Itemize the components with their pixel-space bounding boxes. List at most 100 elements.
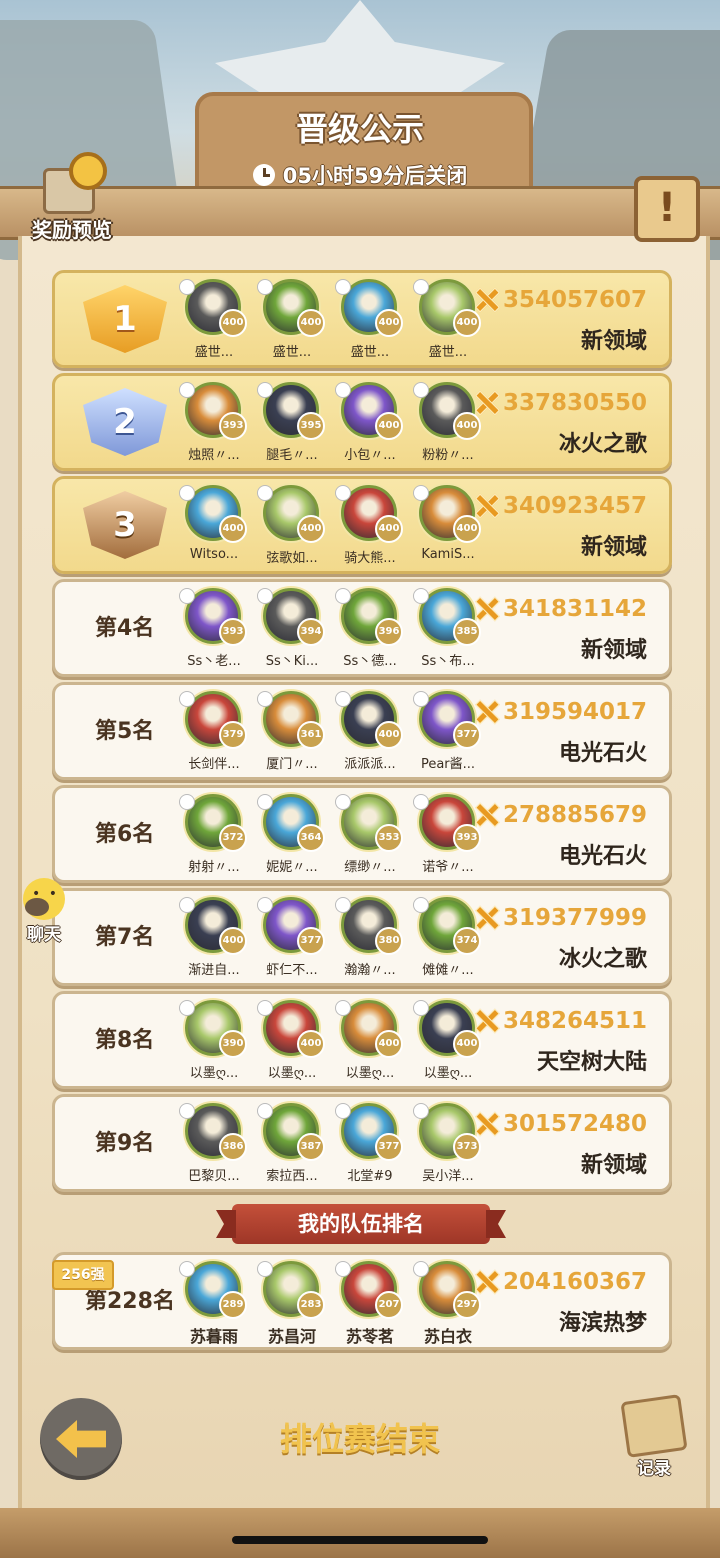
member-slot[interactable]: 289 苏暮雨	[179, 1261, 255, 1346]
scroll-quill-icon	[620, 1394, 688, 1458]
score-row: 319594017	[475, 699, 647, 729]
rank-card[interactable]: 第8名 390 以墨ღ... 400 以墨ღ... 400 以墨ღ... 400 以墨ღ... 3…	[52, 991, 672, 1089]
crossed-swords-icon	[475, 288, 497, 310]
member-slot[interactable]: 353 缥缈〃...	[335, 794, 411, 878]
element-icon	[179, 1103, 195, 1119]
team-score: 340923457	[502, 493, 647, 519]
my-team-section-title: 我的队伍排名	[232, 1204, 490, 1244]
team-score: 301572480	[502, 1111, 647, 1137]
reward-preview-button[interactable]: 奖励预览	[22, 150, 122, 242]
member-slot[interactable]: 395 腿毛〃...	[257, 382, 333, 466]
member-slot[interactable]: 396 Ss丶德...	[335, 588, 411, 672]
member-slot[interactable]: 400 骑大熊...	[335, 485, 411, 569]
team-members: 386 巴黎贝... 387 索拉西... 377 北堂#9 373 吴小洋...	[179, 1103, 489, 1187]
element-icon	[335, 1261, 351, 1277]
member-slot[interactable]: 377 虾仁不...	[257, 897, 333, 981]
crossed-swords-icon	[475, 700, 497, 722]
member-slot[interactable]: 283 苏昌河	[257, 1261, 333, 1346]
element-icon	[257, 588, 273, 604]
level-badge: 400	[219, 927, 247, 955]
rank-card[interactable]: 1 400 盛世... 400 盛世... 400 盛世... 400 盛世... 3540576…	[52, 270, 672, 368]
member-name: 苏苓茗	[345, 1327, 394, 1346]
member-slot[interactable]: 400 弦歌如...	[257, 485, 333, 569]
level-badge: 390	[219, 1030, 247, 1058]
member-slot[interactable]: 394 Ss丶Ki...	[257, 588, 333, 672]
member-slot[interactable]: 380 瀚瀚〃...	[335, 897, 411, 981]
member-name: 盛世...	[428, 345, 468, 360]
rank-card[interactable]: 3 400 Witso... 400 弦歌如... 400 骑大熊... 400 KamiS..…	[52, 476, 672, 574]
level-badge: 396	[375, 618, 403, 646]
crossed-swords-icon	[475, 1009, 497, 1031]
score-row: 204160367	[475, 1269, 647, 1299]
member-name: 傩傩〃...	[422, 963, 474, 978]
level-badge: 395	[297, 412, 325, 440]
rank-card[interactable]: 第4名 393 Ss丶老... 394 Ss丶Ki... 396 Ss丶德... 385 Ss丶…	[52, 579, 672, 677]
member-slot[interactable]: 400 渐进自...	[179, 897, 255, 981]
member-slot[interactable]: 393 烛照〃...	[179, 382, 255, 466]
member-name: 北堂#9	[347, 1169, 393, 1184]
rank-card[interactable]: 第9名 386 巴黎贝... 387 索拉西... 377 北堂#9 373 吴小洋... 301…	[52, 1094, 672, 1192]
chat-label: 聊天	[27, 925, 61, 945]
crossed-swords-icon	[475, 391, 497, 413]
member-slot[interactable]: 390 以墨ღ...	[179, 1000, 255, 1084]
team-name: 新领域	[580, 329, 647, 354]
member-name: 骑大熊...	[344, 551, 396, 566]
my-team-card[interactable]: 第228名 289 苏暮雨 283 苏昌河 207 苏苓茗 297 苏白衣 204160367 海滨…	[52, 1252, 672, 1350]
member-name: 苏白衣	[423, 1327, 472, 1346]
team-members: 372 射射〃... 364 妮妮〃... 353 缥缈〃... 393 诺爷〃...	[179, 794, 489, 878]
member-slot[interactable]: 393 Ss丶老...	[179, 588, 255, 672]
member-slot[interactable]: 372 射射〃...	[179, 794, 255, 878]
level-badge: 380	[375, 927, 403, 955]
level-badge: 394	[297, 618, 325, 646]
member-slot[interactable]: 400 小包〃...	[335, 382, 411, 466]
member-slot[interactable]: 386 巴黎贝...	[179, 1103, 255, 1187]
rank-card[interactable]: 第7名 400 渐进自... 377 虾仁不... 380 瀚瀚〃... 374 傩傩〃... 3…	[52, 888, 672, 986]
crossed-swords-icon	[475, 1112, 497, 1134]
member-slot[interactable]: 361 厦门〃...	[257, 691, 333, 775]
element-icon	[257, 1103, 273, 1119]
member-slot[interactable]: 379 长剑伴...	[179, 691, 255, 775]
crossed-swords-icon	[475, 803, 497, 825]
member-slot[interactable]: 400 盛世...	[335, 279, 411, 363]
element-icon	[179, 1000, 195, 1016]
level-badge: 283	[297, 1291, 325, 1319]
member-slot[interactable]: 400 以墨ღ...	[335, 1000, 411, 1084]
element-icon	[413, 485, 429, 501]
element-icon	[257, 1261, 273, 1277]
member-slot[interactable]: 364 妮妮〃...	[257, 794, 333, 878]
member-name: 射射〃...	[188, 860, 240, 875]
home-indicator	[232, 1536, 488, 1544]
member-slot[interactable]: 400 Witso...	[179, 485, 255, 569]
member-slot[interactable]: 400 盛世...	[257, 279, 333, 363]
member-name: Pear酱...	[420, 757, 476, 772]
level-badge: 289	[219, 1291, 247, 1319]
chat-button[interactable]: 聊天	[4, 878, 84, 948]
member-slot[interactable]: 400 以墨ღ...	[257, 1000, 333, 1084]
rank-card[interactable]: 第6名 372 射射〃... 364 妮妮〃... 353 缥缈〃... 393 诺爷〃... 2…	[52, 785, 672, 883]
element-icon	[179, 279, 195, 295]
member-name: Ss丶Ki...	[265, 654, 319, 669]
rank-badge-gold-icon: 1	[83, 285, 167, 353]
member-slot[interactable]: 377 北堂#9	[335, 1103, 411, 1187]
element-icon	[257, 279, 273, 295]
info-button[interactable]: !	[634, 176, 700, 242]
element-icon	[413, 1261, 429, 1277]
member-name: 粉粉〃...	[422, 448, 474, 463]
member-name: 厦门〃...	[266, 757, 318, 772]
level-badge: 364	[297, 824, 325, 852]
element-icon	[179, 897, 195, 913]
member-name: 索拉西...	[266, 1169, 318, 1184]
member-name: 盛世...	[272, 345, 312, 360]
rank-card[interactable]: 2 393 烛照〃... 395 腿毛〃... 400 小包〃... 400 粉粉〃... 337…	[52, 373, 672, 471]
member-name: 苏暮雨	[189, 1327, 238, 1346]
member-slot[interactable]: 207 苏苓茗	[335, 1261, 411, 1346]
member-name: 腿毛〃...	[266, 448, 318, 463]
countdown-text: 05小时59分后关闭	[282, 164, 468, 188]
member-slot[interactable]: 400 盛世...	[179, 279, 255, 363]
level-badge: 372	[219, 824, 247, 852]
level-badge: 400	[297, 309, 325, 337]
member-slot[interactable]: 400 派派派...	[335, 691, 411, 775]
record-button[interactable]: 记录	[614, 1394, 694, 1479]
member-slot[interactable]: 387 索拉西...	[257, 1103, 333, 1187]
rank-card[interactable]: 第5名 379 长剑伴... 361 厦门〃... 400 派派派... 377 Pear酱..…	[52, 682, 672, 780]
